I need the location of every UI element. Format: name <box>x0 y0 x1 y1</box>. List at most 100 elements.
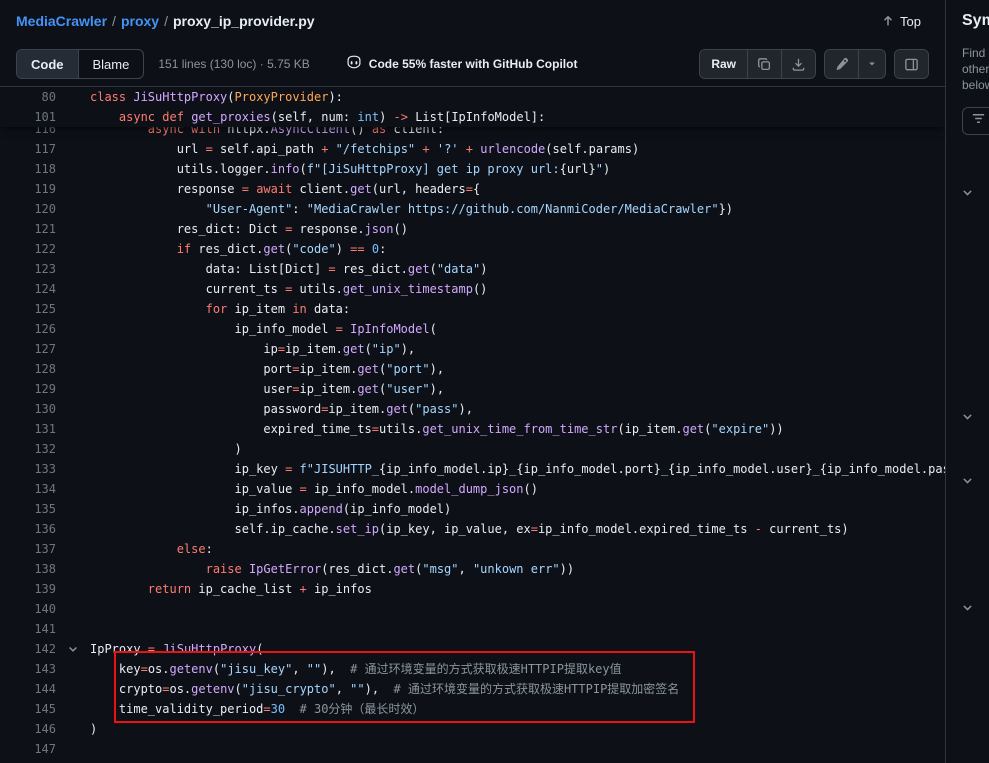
line-number[interactable]: 118 <box>0 159 56 179</box>
code-text: utils.logger.info(f"[JiSuHttpProxy] get … <box>90 159 945 179</box>
symbols-filter-button[interactable] <box>962 107 989 135</box>
line-number[interactable]: 132 <box>0 439 56 459</box>
line-number[interactable]: 136 <box>0 519 56 539</box>
back-to-top-label: Top <box>900 14 921 29</box>
code-line: 132 ) <box>0 439 945 459</box>
line-number[interactable]: 126 <box>0 319 56 339</box>
code-line: 121 res_dict: Dict = response.json() <box>0 219 945 239</box>
code-text: async def get_proxies(self, num: int) ->… <box>90 107 945 127</box>
code-text: crypto=os.getenv("jisu_crypto", ""), # 通… <box>90 679 945 699</box>
file-header: MediaCrawler/proxy/proxy_ip_provider.py … <box>0 0 945 42</box>
code-text <box>90 739 945 759</box>
code-line: 80class JiSuHttpProxy(ProxyProvider): <box>0 87 945 107</box>
edit-button[interactable] <box>825 50 858 78</box>
line-number[interactable]: 122 <box>0 239 56 259</box>
line-number[interactable]: 137 <box>0 539 56 559</box>
line-number[interactable]: 129 <box>0 379 56 399</box>
line-number[interactable]: 135 <box>0 499 56 519</box>
code-line: 126 ip_info_model = IpInfoModel( <box>0 319 945 339</box>
line-number[interactable]: 141 <box>0 619 56 639</box>
raw-button[interactable]: Raw <box>700 50 747 78</box>
fold-gutter <box>56 219 90 239</box>
fold-gutter <box>56 739 90 759</box>
symbol-expand-chevron-icon[interactable] <box>961 186 974 199</box>
line-number[interactable]: 128 <box>0 359 56 379</box>
copy-button[interactable] <box>747 50 781 78</box>
fold-gutter <box>56 279 90 299</box>
line-number[interactable]: 80 <box>0 87 56 107</box>
code-text: res_dict: Dict = response.json() <box>90 219 945 239</box>
line-number[interactable]: 145 <box>0 699 56 719</box>
line-number[interactable]: 140 <box>0 599 56 619</box>
line-number[interactable]: 125 <box>0 299 56 319</box>
code-text: ) <box>90 439 945 459</box>
line-number[interactable]: 127 <box>0 339 56 359</box>
line-number[interactable]: 139 <box>0 579 56 599</box>
line-number[interactable]: 116 <box>0 127 56 139</box>
code-line: 116 async with httpx.AsyncClient() as cl… <box>0 127 945 139</box>
code-text: ip_value = ip_info_model.model_dump_json… <box>90 479 945 499</box>
line-number[interactable]: 131 <box>0 419 56 439</box>
code-line: 136 self.ip_cache.set_ip(ip_key, ip_valu… <box>0 519 945 539</box>
line-number[interactable]: 117 <box>0 139 56 159</box>
line-number[interactable]: 133 <box>0 459 56 479</box>
line-number[interactable]: 143 <box>0 659 56 679</box>
code-text: time_validity_period=30 # 30分钟（最长时效） <box>90 699 945 719</box>
line-number[interactable]: 138 <box>0 559 56 579</box>
line-number[interactable]: 144 <box>0 679 56 699</box>
symbol-expand-chevron-icon[interactable] <box>961 474 974 487</box>
fold-gutter <box>56 659 90 679</box>
code-text: ) <box>90 719 945 739</box>
code-text: for ip_item in data: <box>90 299 945 319</box>
line-number[interactable]: 124 <box>0 279 56 299</box>
file-metadata: 151 lines (130 loc) · 5.75 KB <box>158 57 309 71</box>
fold-gutter <box>56 679 90 699</box>
edit-dropdown-button[interactable] <box>858 50 885 78</box>
code-text: port=ip_item.get("port"), <box>90 359 945 379</box>
line-number[interactable]: 147 <box>0 739 56 759</box>
tab-blame[interactable]: Blame <box>78 50 144 78</box>
code-line: 135 ip_infos.append(ip_info_model) <box>0 499 945 519</box>
line-number[interactable]: 142 <box>0 639 56 659</box>
back-to-top-button[interactable]: Top <box>873 10 929 33</box>
code-line: 144 crypto=os.getenv("jisu_crypto", ""),… <box>0 679 945 699</box>
code-line: 119 response = await client.get(url, hea… <box>0 179 945 199</box>
fold-gutter <box>56 379 90 399</box>
code-text <box>90 599 945 619</box>
fold-gutter <box>56 259 90 279</box>
symbols-panel-toggle-button[interactable] <box>895 50 928 78</box>
code-line: 139 return ip_cache_list + ip_infos <box>0 579 945 599</box>
line-number[interactable]: 134 <box>0 479 56 499</box>
breadcrumb-repo-link[interactable]: MediaCrawler <box>16 13 107 29</box>
code-text: return ip_cache_list + ip_infos <box>90 579 945 599</box>
line-number[interactable]: 101 <box>0 107 56 127</box>
download-button[interactable] <box>781 50 815 78</box>
fold-gutter <box>56 239 90 259</box>
code-line: 130 password=ip_item.get("pass"), <box>0 399 945 419</box>
code-line: 124 current_ts = utils.get_unix_timestam… <box>0 279 945 299</box>
symbol-expand-chevron-icon[interactable] <box>961 601 974 614</box>
fold-gutter <box>56 87 90 107</box>
copy-icon <box>757 57 772 72</box>
symbols-panel-title: Symbols <box>962 12 989 30</box>
fold-gutter <box>56 159 90 179</box>
symbol-expand-chevron-icon[interactable] <box>961 410 974 423</box>
line-number[interactable]: 120 <box>0 199 56 219</box>
code-text: password=ip_item.get("pass"), <box>90 399 945 419</box>
tab-code[interactable]: Code <box>17 50 78 78</box>
code-view[interactable]: 80class JiSuHttpProxy(ProxyProvider):101… <box>0 87 945 763</box>
line-number[interactable]: 121 <box>0 219 56 239</box>
line-number[interactable]: 123 <box>0 259 56 279</box>
line-number[interactable]: 146 <box>0 719 56 739</box>
fold-gutter <box>56 699 90 719</box>
code-line: 142IpProxy = JiSuHttpProxy( <box>0 639 945 659</box>
breadcrumb-folder-link[interactable]: proxy <box>121 13 159 29</box>
code-line: 118 utils.logger.info(f"[JiSuHttpProxy] … <box>0 159 945 179</box>
chevron-down-icon <box>866 58 878 70</box>
fold-chevron-icon[interactable] <box>56 639 90 659</box>
line-number[interactable]: 119 <box>0 179 56 199</box>
code-line: 146) <box>0 719 945 739</box>
line-number[interactable]: 130 <box>0 399 56 419</box>
copilot-banner[interactable]: Code 55% faster with GitHub Copilot <box>346 54 578 75</box>
code-line: 127 ip=ip_item.get("ip"), <box>0 339 945 359</box>
